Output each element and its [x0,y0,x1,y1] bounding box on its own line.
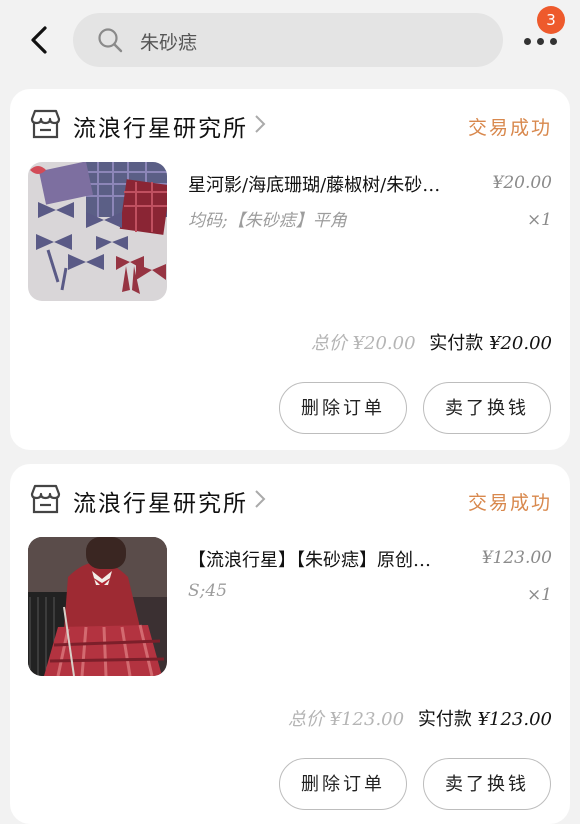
product-image[interactable] [28,162,167,301]
product-title[interactable]: 星河影/海底珊瑚/藤椒树/朱砂… [188,171,490,197]
product-quantity: ×1 [526,585,552,605]
shop-icon[interactable] [29,109,62,139]
product-price: ¥123.00 [481,548,552,568]
product-title[interactable]: 【流浪行星】【朱砂痣】原创… [188,546,490,572]
total-value: ¥123.00 [329,709,405,730]
notification-badge: 3 [537,6,565,34]
paid-label: 实付款 [417,709,472,730]
back-arrow-icon[interactable] [26,24,56,56]
delete-order-button[interactable]: 删除订单 [279,382,407,434]
order-total: 总价 ¥20.00 实付款 ¥20.00 [311,329,552,355]
product-spec: 均码;【朱砂痣】平角 [188,211,347,231]
sell-button[interactable]: 卖了换钱 [423,382,551,434]
paid-value: ¥20.00 [489,333,552,354]
shop-name[interactable]: 流浪行星研究所 [73,484,248,518]
more-dots-icon[interactable] [522,34,558,50]
order-status: 交易成功 [467,117,552,139]
paid-label: 实付款 [429,333,484,354]
delete-order-button[interactable]: 删除订单 [279,758,407,810]
order-status: 交易成功 [467,492,552,514]
search-query-text: 朱砂痣 [140,32,198,54]
order-card: 流浪行星研究所 交易成功 星河影/海底珊瑚/藤椒树/朱砂… ¥20.00 均码;… [10,89,570,450]
paid-value: ¥123.00 [477,709,552,730]
search-input[interactable]: 朱砂痣 [73,13,503,67]
order-card: 流浪行星研究所 交易成功 【流浪行星】【朱砂痣】原创… ¥123.00 S;45… [10,464,570,824]
chevron-right-icon[interactable] [254,114,266,134]
shop-name[interactable]: 流浪行星研究所 [73,109,248,143]
shop-icon[interactable] [29,484,62,514]
product-quantity: ×1 [526,210,552,230]
product-image[interactable] [28,537,167,676]
total-value: ¥20.00 [352,333,416,354]
chevron-right-icon[interactable] [254,489,266,509]
product-spec: S;45 [188,581,228,601]
total-label: 总价 [310,333,347,354]
total-label: 总价 [287,709,324,730]
product-price: ¥20.00 [492,173,552,193]
order-total: 总价 ¥123.00 实付款 ¥123.00 [288,705,552,731]
top-bar: 朱砂痣 3 [0,0,580,82]
search-icon [97,27,123,53]
sell-button[interactable]: 卖了换钱 [423,758,551,810]
